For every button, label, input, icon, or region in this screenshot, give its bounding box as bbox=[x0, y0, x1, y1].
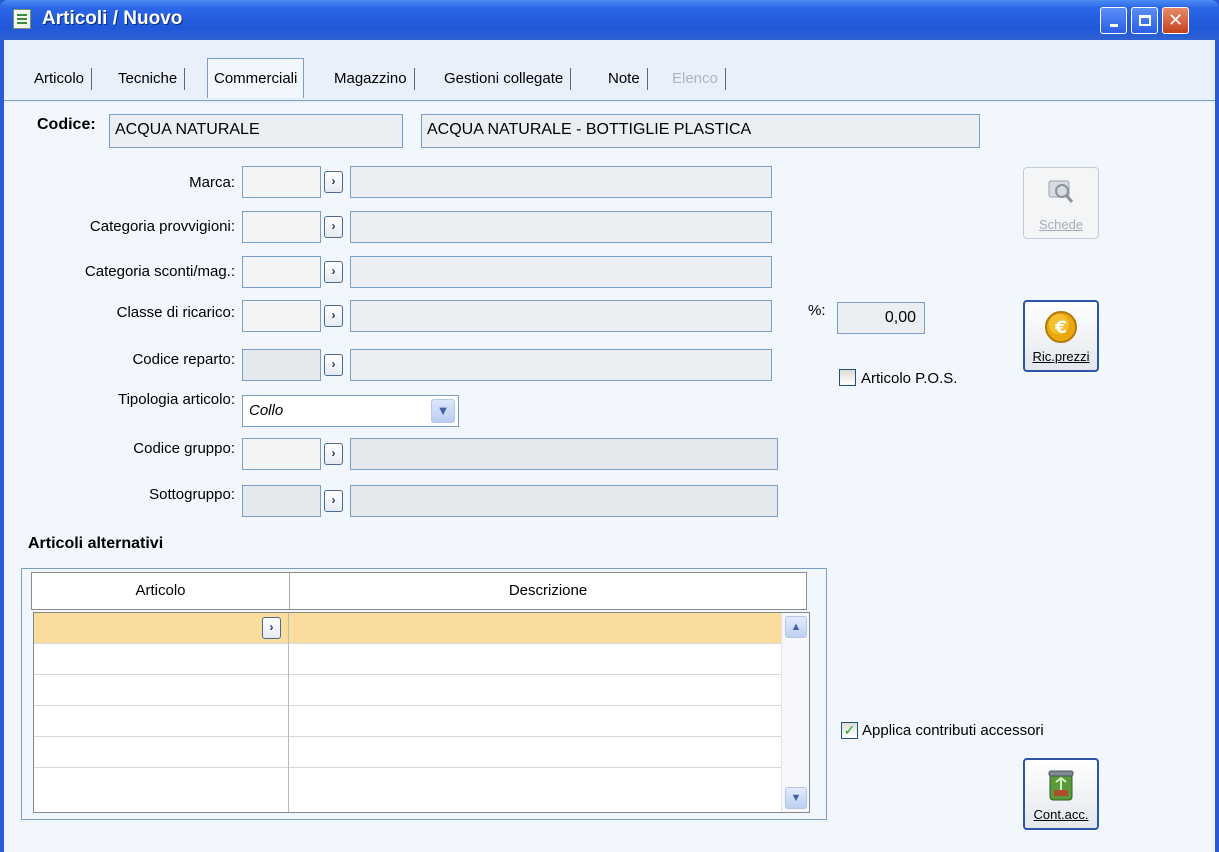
tab-commerciali[interactable]: Commerciali bbox=[207, 58, 305, 98]
alternatives-grid: Articolo Descrizione › ▲ ▼ bbox=[21, 568, 827, 820]
marca-zoom-button[interactable]: › bbox=[324, 171, 343, 193]
chevron-right-icon: › bbox=[331, 493, 336, 507]
minimize-button[interactable] bbox=[1100, 7, 1127, 34]
categoria-sconti-label: Categoria sconti/mag.: bbox=[84, 263, 235, 280]
codice-reparto-description-field bbox=[350, 349, 772, 381]
sottogruppo-label: Sottogruppo: bbox=[149, 486, 235, 503]
code-field[interactable]: ACQUA NATURALE bbox=[109, 114, 403, 148]
column-header-articolo[interactable]: Articolo bbox=[32, 573, 289, 609]
table-row[interactable] bbox=[34, 737, 781, 768]
sottogruppo-code-field[interactable] bbox=[242, 485, 321, 517]
percent-label: %: bbox=[808, 302, 826, 319]
title-bar[interactable]: Articoli / Nuovo ✕ bbox=[0, 0, 1219, 40]
codice-gruppo-zoom-button[interactable]: › bbox=[324, 443, 343, 465]
tab-magazzino[interactable]: Magazzino bbox=[327, 67, 415, 91]
table-row[interactable]: › bbox=[34, 613, 781, 644]
chevron-right-icon: › bbox=[331, 174, 336, 188]
chevron-right-icon: › bbox=[331, 264, 336, 278]
classe-ricarico-zoom-button[interactable]: › bbox=[324, 305, 343, 327]
categoria-sconti-zoom-button[interactable]: › bbox=[324, 261, 343, 283]
codice-gruppo-code-field[interactable] bbox=[242, 438, 321, 470]
section-title-articoli-alternativi: Articoli alternativi bbox=[28, 535, 164, 552]
codice-reparto-label: Codice reparto: bbox=[132, 351, 235, 368]
schede-button: Schede bbox=[1023, 167, 1099, 239]
categoria-provvigioni-label: Categoria provvigioni: bbox=[89, 218, 235, 235]
column-header-descrizione[interactable]: Descrizione bbox=[290, 573, 806, 609]
cont-acc-button[interactable]: Cont.acc. bbox=[1023, 758, 1099, 830]
applica-contributi-label: Applica contributi accessori bbox=[862, 722, 1044, 739]
marca-label: Marca: bbox=[189, 174, 235, 191]
vertical-scrollbar[interactable]: ▲ ▼ bbox=[781, 613, 809, 812]
schede-label: Schede bbox=[1038, 217, 1084, 232]
app-icon bbox=[13, 9, 31, 29]
sottogruppo-zoom-button[interactable]: › bbox=[324, 490, 343, 512]
codice-gruppo-label: Codice gruppo: bbox=[133, 440, 235, 457]
grid-header: Articolo Descrizione bbox=[31, 572, 807, 610]
minimize-icon bbox=[1109, 24, 1118, 27]
window-title: Articoli / Nuovo bbox=[42, 8, 183, 29]
articolo-pos-label: Articolo P.O.S. bbox=[861, 370, 958, 387]
codice-gruppo-description-field bbox=[350, 438, 778, 470]
tab-tecniche[interactable]: Tecniche bbox=[111, 67, 186, 91]
ric-prezzi-label: Ric.prezzi bbox=[1032, 349, 1090, 364]
window: Articoli / Nuovo ✕ Articolo Tecniche Com… bbox=[0, 0, 1219, 852]
close-button[interactable]: ✕ bbox=[1162, 7, 1189, 34]
tipologia-select[interactable]: Collo ▼ bbox=[242, 395, 459, 427]
maximize-button[interactable] bbox=[1131, 7, 1158, 34]
classe-ricarico-label: Classe di ricarico: bbox=[116, 304, 235, 321]
tipologia-selected-value: Collo bbox=[249, 402, 284, 419]
applica-contributi-checkbox[interactable]: ✓ bbox=[841, 722, 858, 739]
checkmark-icon: ✓ bbox=[843, 722, 856, 738]
categoria-provvigioni-code-field[interactable] bbox=[242, 211, 321, 243]
sottogruppo-description-field bbox=[350, 485, 778, 517]
tab-articolo[interactable]: Articolo bbox=[27, 67, 93, 91]
table-row[interactable] bbox=[34, 644, 781, 675]
tab-divider bbox=[4, 100, 1215, 101]
marca-description-field bbox=[350, 166, 772, 198]
magnifier-icon bbox=[1045, 176, 1077, 209]
grid-body: › ▲ ▼ bbox=[33, 612, 810, 813]
marca-code-field[interactable] bbox=[242, 166, 321, 198]
description-field[interactable]: ACQUA NATURALE - BOTTIGLIE PLASTICA bbox=[421, 114, 980, 148]
categoria-sconti-code-field[interactable] bbox=[242, 256, 321, 288]
code-label: Codice: bbox=[37, 116, 96, 133]
table-row[interactable] bbox=[34, 706, 781, 737]
close-icon: ✕ bbox=[1167, 10, 1184, 30]
chevron-right-icon: › bbox=[331, 357, 336, 371]
codice-reparto-code-field[interactable] bbox=[242, 349, 321, 381]
chevron-down-icon[interactable]: ▼ bbox=[431, 399, 455, 423]
svg-text:€: € bbox=[1054, 318, 1067, 338]
form-body: Articolo Tecniche Commerciali Magazzino … bbox=[4, 40, 1215, 852]
table-row[interactable] bbox=[34, 675, 781, 706]
articolo-pos-checkbox[interactable] bbox=[839, 369, 856, 386]
tab-gestioni-collegate[interactable]: Gestioni collegate bbox=[437, 67, 572, 91]
tipologia-label: Tipologia articolo: bbox=[117, 391, 235, 408]
chevron-right-icon: › bbox=[331, 308, 336, 322]
chevron-right-icon: › bbox=[331, 446, 336, 460]
classe-ricarico-code-field[interactable] bbox=[242, 300, 321, 332]
categoria-provvigioni-zoom-button[interactable]: › bbox=[324, 216, 343, 238]
maximize-icon bbox=[1138, 15, 1151, 26]
row-zoom-button[interactable]: › bbox=[262, 617, 281, 639]
column-divider bbox=[288, 613, 289, 812]
categoria-provvigioni-description-field bbox=[350, 211, 772, 243]
classe-ricarico-description-field bbox=[350, 300, 772, 332]
cont-acc-label: Cont.acc. bbox=[1033, 807, 1089, 822]
euro-coin-icon: € bbox=[1044, 310, 1078, 347]
percent-field[interactable]: 0,00 bbox=[837, 302, 925, 334]
chevron-right-icon: › bbox=[331, 219, 336, 233]
tab-note[interactable]: Note bbox=[601, 67, 648, 91]
scroll-down-icon[interactable]: ▼ bbox=[785, 787, 807, 809]
categoria-sconti-description-field bbox=[350, 256, 772, 288]
recycle-bin-icon bbox=[1046, 768, 1076, 807]
scroll-up-icon[interactable]: ▲ bbox=[785, 616, 807, 638]
codice-reparto-zoom-button[interactable]: › bbox=[324, 354, 343, 376]
chevron-right-icon: › bbox=[269, 620, 274, 634]
tab-elenco: Elenco bbox=[665, 67, 726, 91]
ric-prezzi-button[interactable]: € Ric.prezzi bbox=[1023, 300, 1099, 372]
tab-strip: Articolo Tecniche Commerciali Magazzino … bbox=[4, 40, 1215, 103]
